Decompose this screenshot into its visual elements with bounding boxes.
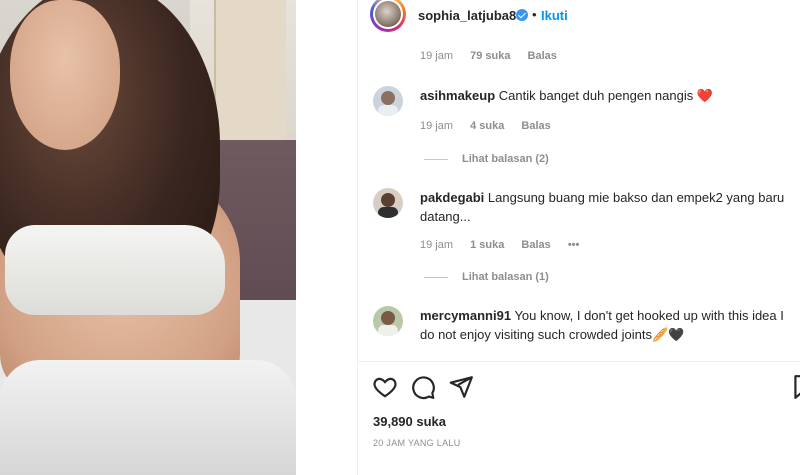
- photo-background-pillar: [214, 0, 286, 140]
- commenter-avatar[interactable]: [373, 188, 403, 218]
- commenter-username[interactable]: pakdegabi: [420, 190, 484, 205]
- commenter-username[interactable]: asihmakeup: [420, 88, 495, 103]
- owner-username[interactable]: sophia_latjuba88: [418, 8, 523, 23]
- more-options-icon[interactable]: •••: [568, 239, 580, 251]
- heart-icon[interactable]: [372, 374, 398, 400]
- comment-text-block: pakdegabi Langsung buang mie bakso dan e…: [420, 188, 790, 226]
- commenter-avatar[interactable]: [373, 306, 403, 336]
- section-divider: [358, 361, 800, 362]
- separator-dot: •: [532, 7, 537, 22]
- view-replies-label: Lihat balasan (2): [462, 153, 549, 165]
- comment-meta: 19 jam 1 suka Balas •••: [420, 239, 593, 251]
- reply-button[interactable]: Balas: [528, 50, 557, 62]
- comment-likes[interactable]: 79 suka: [470, 50, 510, 62]
- comment-icon[interactable]: [410, 374, 436, 400]
- post-details-panel: sophia_latjuba88 • Ikuti 19 jam 79 suka …: [357, 0, 800, 475]
- replies-line: [424, 158, 448, 160]
- comment-likes[interactable]: 1 suka: [470, 239, 504, 251]
- heart-emoji: ❤️: [696, 88, 714, 103]
- comment-likes[interactable]: 4 suka: [470, 120, 504, 132]
- post-timestamp[interactable]: 20 JAM YANG LALU: [373, 438, 461, 448]
- owner-avatar[interactable]: [370, 0, 406, 32]
- follow-button[interactable]: Ikuti: [541, 8, 568, 23]
- comment-meta: 19 jam 4 suka Balas: [420, 120, 565, 132]
- commenter-avatar[interactable]: [373, 86, 403, 116]
- reply-button[interactable]: Balas: [521, 120, 550, 132]
- like-count[interactable]: 39,890 suka: [373, 414, 446, 429]
- verified-badge-icon: [516, 9, 528, 21]
- comment-time: 19 jam: [420, 120, 454, 132]
- view-replies-button[interactable]: Lihat balasan (2): [424, 153, 549, 165]
- photo-subject-top: [5, 225, 225, 315]
- comment-time: 19 jam: [420, 50, 454, 62]
- comment-time: 19 jam: [420, 239, 454, 251]
- reply-button[interactable]: Balas: [521, 239, 550, 251]
- view-replies-button[interactable]: Lihat balasan (1): [424, 271, 549, 283]
- photo-subject-face: [10, 0, 120, 150]
- view-replies-label: Lihat balasan (1): [462, 271, 549, 283]
- post-photo[interactable]: [0, 0, 296, 475]
- action-bar: [358, 374, 800, 400]
- send-icon[interactable]: [448, 374, 474, 400]
- bookmark-icon[interactable]: [790, 374, 800, 400]
- comment-text-block: mercymanni91 You know, I don't get hooke…: [420, 306, 790, 344]
- comment-text-block: asihmakeup Cantik banget duh pengen nang…: [420, 86, 790, 105]
- photo-subject-pants: [0, 360, 296, 475]
- comment-text: Cantik banget duh pengen nangis: [498, 88, 694, 103]
- post-header: sophia_latjuba88 • Ikuti: [358, 0, 800, 34]
- replies-line: [424, 276, 448, 278]
- emoji-group: 🥖🖤: [651, 327, 685, 342]
- commenter-username[interactable]: mercymanni91: [420, 308, 511, 323]
- comment-meta: 19 jam 79 suka Balas: [420, 50, 571, 62]
